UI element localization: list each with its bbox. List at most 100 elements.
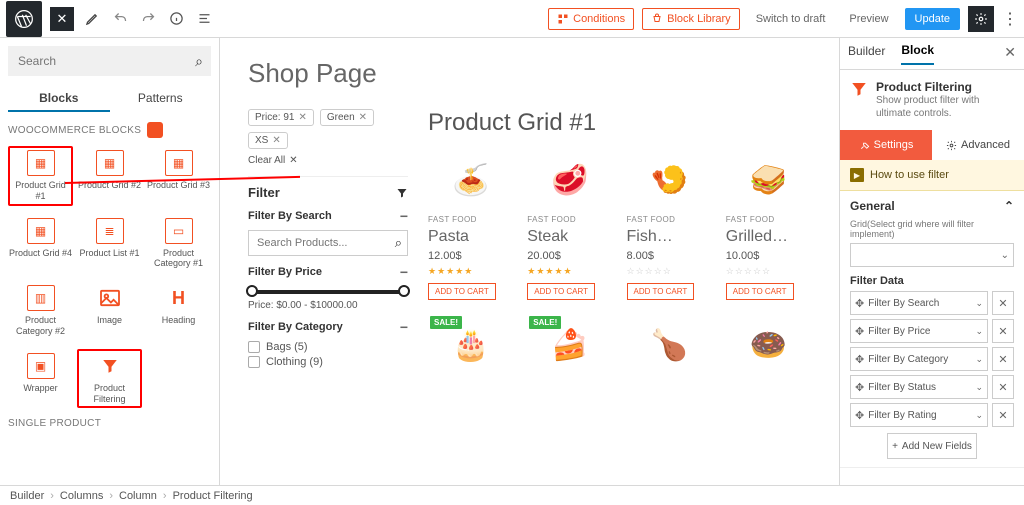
checkbox-clothing[interactable]: Clothing (9) xyxy=(248,356,408,368)
product-card[interactable]: 🍝 FAST FOOD Pasta 12.00$ ★★★★★ ADD TO CA… xyxy=(428,149,513,300)
filter-search-input[interactable] xyxy=(248,230,408,256)
block-product-filtering[interactable]: Product Filtering xyxy=(77,349,142,409)
product-card[interactable]: 🥪 FAST FOOD Grilled… 10.00$ ☆☆☆☆☆ ADD TO… xyxy=(726,149,811,300)
remove-button[interactable]: ✕ xyxy=(992,347,1014,371)
add-to-cart-button[interactable]: ADD TO CART xyxy=(726,283,794,300)
product-card[interactable]: 🥩 FAST FOOD Steak 20.00$ ★★★★★ ADD TO CA… xyxy=(527,149,612,300)
close-editor-button[interactable]: ✕ xyxy=(50,7,74,31)
rating-stars: ★★★★★ xyxy=(428,266,513,277)
fd-item-search[interactable]: ✥Filter By Search⌄ xyxy=(850,291,988,315)
panel-tab-block[interactable]: Block xyxy=(901,43,934,65)
filter-heading: Filter xyxy=(248,185,280,200)
block-image[interactable]: Image xyxy=(77,281,142,341)
more-options-icon[interactable]: ⋮ xyxy=(1002,9,1018,29)
grid-select[interactable]: ⌄ xyxy=(850,243,1014,267)
settings-gear-button[interactable] xyxy=(968,6,994,32)
fd-item-category[interactable]: ✥Filter By Category⌄ xyxy=(850,347,988,371)
block-product-grid-4[interactable]: ▦Product Grid #4 xyxy=(8,214,73,274)
block-product-grid-2[interactable]: ▦Product Grid #2 xyxy=(77,146,142,206)
collapse-icon[interactable]: − xyxy=(400,319,408,335)
collapse-icon[interactable]: − xyxy=(400,208,408,224)
product-grid: 🍝 FAST FOOD Pasta 12.00$ ★★★★★ ADD TO CA… xyxy=(428,149,811,376)
sale-badge: SALE! xyxy=(430,316,462,329)
checkbox-bags[interactable]: Bags (5) xyxy=(248,341,408,353)
crumb-item[interactable]: Builder xyxy=(10,490,44,502)
product-name: Pasta xyxy=(428,228,513,246)
block-product-list-1[interactable]: ≣Product List #1 xyxy=(77,214,142,274)
crumb-item[interactable]: Column xyxy=(119,490,157,502)
chip-green[interactable]: Green✕ xyxy=(320,109,374,126)
block-library-button[interactable]: Block Library xyxy=(642,8,740,30)
pencil-icon[interactable] xyxy=(82,9,102,29)
fd-item-price[interactable]: ✥Filter By Price⌄ xyxy=(850,319,988,343)
panel-tab-builder[interactable]: Builder xyxy=(848,44,885,64)
main-row: ⌕ Blocks Patterns WOOCOMMERCE BLOCKS ▦Pr… xyxy=(0,38,1024,485)
update-button[interactable]: Update xyxy=(905,8,960,30)
remove-button[interactable]: ✕ xyxy=(992,375,1014,399)
block-heading[interactable]: HHeading xyxy=(146,281,211,341)
close-icon: ✕ xyxy=(272,135,280,146)
remove-button[interactable]: ✕ xyxy=(992,403,1014,427)
close-icon: ✕ xyxy=(298,112,306,123)
outline-icon[interactable] xyxy=(194,9,214,29)
inserter-search-input[interactable] xyxy=(8,46,211,76)
remove-button[interactable]: ✕ xyxy=(992,319,1014,343)
switch-draft-button[interactable]: Switch to draft xyxy=(748,9,834,29)
search-icon: ⌕ xyxy=(395,235,402,251)
tab-settings[interactable]: Settings xyxy=(840,130,932,160)
product-card[interactable]: 🍗 xyxy=(627,314,712,376)
product-category: FAST FOOD xyxy=(428,215,513,224)
block-library-label: Block Library xyxy=(667,13,731,25)
redo-icon[interactable] xyxy=(138,9,158,29)
block-product-grid-1[interactable]: ▦Product Grid #1 xyxy=(8,146,73,206)
sale-badge: SALE! xyxy=(529,316,561,329)
panel-close-icon[interactable]: ✕ xyxy=(1004,44,1016,61)
conditions-button[interactable]: Conditions xyxy=(548,8,634,30)
tab-blocks[interactable]: Blocks xyxy=(8,84,110,112)
crumb-item[interactable]: Columns xyxy=(60,490,103,502)
product-price: 12.00$ xyxy=(428,250,513,262)
add-to-cart-button[interactable]: ADD TO CART xyxy=(627,283,695,300)
section-woocommerce-label: WOOCOMMERCE BLOCKS xyxy=(8,122,211,138)
inserter-search: ⌕ xyxy=(8,46,211,76)
chevron-up-icon[interactable]: ⌃ xyxy=(1004,199,1014,213)
remove-button[interactable]: ✕ xyxy=(992,291,1014,315)
clear-all-button[interactable]: Clear All✕ xyxy=(248,155,408,166)
chevron-down-icon: ⌄ xyxy=(1001,250,1009,261)
tab-patterns[interactable]: Patterns xyxy=(110,84,212,112)
howto-bar[interactable]: ▶How to use filter xyxy=(840,160,1024,191)
product-card[interactable]: 🍤 FAST FOOD Fish… 8.00$ ☆☆☆☆☆ ADD TO CAR… xyxy=(627,149,712,300)
add-to-cart-button[interactable]: ADD TO CART xyxy=(527,283,595,300)
block-product-grid-3[interactable]: ▦Product Grid #3 xyxy=(146,146,211,206)
crumb-item[interactable]: Product Filtering xyxy=(173,490,253,502)
fd-item-status[interactable]: ✥Filter By Status⌄ xyxy=(850,375,988,399)
product-card[interactable]: 🍩 xyxy=(726,314,811,376)
block-product-category-2[interactable]: ▥Product Category #2 xyxy=(8,281,73,341)
add-to-cart-button[interactable]: ADD TO CART xyxy=(428,283,496,300)
undo-icon[interactable] xyxy=(110,9,130,29)
breadcrumb: Builder› Columns› Column› Product Filter… xyxy=(0,485,1024,505)
price-slider[interactable] xyxy=(250,290,406,294)
tab-advanced[interactable]: Advanced xyxy=(932,130,1024,160)
settings-panel: Builder Block ✕ Product Filtering Show p… xyxy=(839,38,1024,485)
product-card[interactable]: SALE!🍰 xyxy=(527,314,612,376)
block-inserter: ⌕ Blocks Patterns WOOCOMMERCE BLOCKS ▦Pr… xyxy=(0,38,220,485)
chip-xs[interactable]: XS✕ xyxy=(248,132,288,149)
section-single-product-label: SINGLE PRODUCT xyxy=(8,418,211,429)
facet-search-label: Filter By Search xyxy=(248,210,332,222)
collapse-icon[interactable]: − xyxy=(400,264,408,280)
product-image: 🥪 xyxy=(726,149,811,211)
grid-title: Product Grid #1 xyxy=(428,109,811,137)
block-product-category-1[interactable]: ▭Product Category #1 xyxy=(146,214,211,274)
info-icon[interactable] xyxy=(166,9,186,29)
add-new-fields-button[interactable]: + Add New Fields xyxy=(887,433,977,459)
wordpress-logo[interactable] xyxy=(6,1,42,37)
search-icon: ⌕ xyxy=(195,53,203,70)
preview-button[interactable]: Preview xyxy=(841,9,896,29)
block-wrapper[interactable]: ▣Wrapper xyxy=(8,349,73,409)
product-card[interactable]: SALE!🎂 xyxy=(428,314,513,376)
fd-item-rating[interactable]: ✥Filter By Rating⌄ xyxy=(850,403,988,427)
top-bar: ✕ Conditions Block Library Switch to dra… xyxy=(0,0,1024,38)
chip-price[interactable]: Price: 91✕ xyxy=(248,109,314,126)
page-title: Shop Page xyxy=(248,58,811,89)
